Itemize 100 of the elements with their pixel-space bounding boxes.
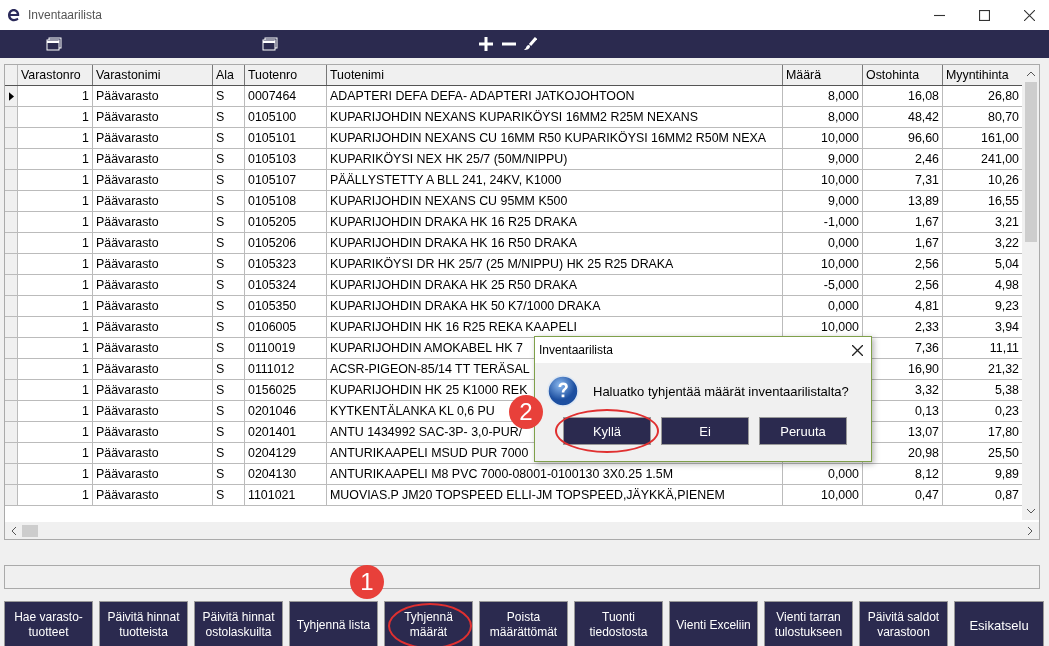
warehouse-number-cell: 1 — [82, 446, 89, 460]
product-number-cell: 0110019 — [248, 341, 296, 355]
scroll-down-icon[interactable] — [1026, 509, 1035, 514]
product-name-cell: ANTU 1434992 SAC-3P- 3,0-PUR/ — [330, 425, 523, 439]
area-cell: S — [216, 278, 225, 292]
product-name-cell: KUPARIJOHDIN NEXANS KUPARIKÖYSI 16MM2 R25M NEXANS — [330, 110, 698, 124]
product-number-cell: 0105101 — [248, 131, 297, 145]
area-cell: S — [216, 89, 225, 103]
product-name-cell: ADAPTERI DEFA DEFA- ADAPTERI JATKOJOHTOON — [330, 89, 635, 103]
purchase-price-cell: 2,46 — [914, 152, 939, 166]
sales-price-cell: 25,50 — [988, 446, 1019, 460]
question-icon — [547, 375, 579, 407]
purchase-price-cell: 8,12 — [914, 467, 939, 481]
column-header[interactable]: Ostohinta — [863, 65, 943, 85]
area-cell: S — [216, 320, 225, 334]
horizontal-scrollbar[interactable] — [5, 522, 1039, 539]
sales-price-cell: 16,55 — [988, 194, 1019, 208]
area-cell: S — [216, 362, 225, 376]
product-number-cell: 0105205 — [248, 215, 297, 229]
column-header[interactable]: Määrä — [783, 65, 863, 85]
area-cell: S — [216, 173, 225, 187]
column-header[interactable]: Tuotenimi — [327, 65, 783, 85]
plus-icon[interactable] — [479, 37, 493, 51]
product-name-cell: KUPARIJOHDIN AMOKABEL HK 7 — [330, 341, 523, 355]
column-header[interactable]: Varastonro — [18, 65, 93, 85]
action-button[interactable]: Tyhjennä lista — [289, 601, 378, 646]
scroll-left-icon[interactable] — [11, 526, 16, 535]
warehouse-number-cell: 1 — [82, 362, 89, 376]
purchase-price-cell: 20,98 — [908, 446, 939, 460]
dialog-button[interactable]: Ei — [661, 417, 749, 445]
sales-price-cell: 26,80 — [988, 89, 1019, 103]
purchase-price-cell: 2,56 — [914, 278, 939, 292]
maximize-icon[interactable] — [979, 9, 990, 21]
warehouse-name-cell: Päävarasto — [96, 215, 159, 229]
product-number-cell: 0105324 — [248, 278, 297, 292]
quantity-cell: 0,000 — [828, 236, 859, 250]
dialog-button[interactable]: Peruuta — [759, 417, 847, 445]
scroll-up-icon[interactable] — [1026, 71, 1035, 76]
sales-price-cell: 3,94 — [994, 320, 1019, 334]
dialog-title: Inventaarilista — [539, 343, 614, 357]
purchase-price-cell: 2,56 — [914, 257, 939, 271]
scroll-right-icon[interactable] — [1028, 526, 1033, 535]
purchase-price-cell: 2,33 — [914, 320, 939, 334]
column-header[interactable]: Varastonimi — [93, 65, 213, 85]
action-button[interactable]: Poista määrättömät — [479, 601, 568, 646]
product-number-cell: 0105100 — [248, 110, 297, 124]
action-button[interactable]: Päivitä hinnat tuotteista — [99, 601, 188, 646]
purchase-price-cell: 16,90 — [908, 362, 939, 376]
action-button[interactable]: Päivitä hinnat ostolaskuilta — [194, 601, 283, 646]
product-name-cell: MUOVIAS.P JM20 TOPSPEED ELLI-JM TOPSPEED,JÄYKKÄ,PIENEM — [330, 488, 725, 502]
quantity-cell: 9,000 — [828, 152, 859, 166]
sales-price-cell: 241,00 — [981, 152, 1019, 166]
purchase-price-cell: 16,08 — [908, 89, 939, 103]
window-icon[interactable] — [262, 37, 278, 51]
warehouse-name-cell: Päävarasto — [96, 362, 159, 376]
warehouse-number-cell: 1 — [82, 320, 89, 334]
product-name-cell: KUPARIJOHDIN NEXANS CU 16MM R50 KUPARIKÖYSI 16MM2 R50M NEXA — [330, 131, 767, 145]
area-cell: S — [216, 404, 225, 418]
purchase-price-cell: 1,67 — [914, 215, 939, 229]
product-number-cell: 0105206 — [248, 236, 297, 250]
product-name-cell: KUPARIKÖYSI DR HK 25/7 (25 M/NIPPU) HK 25 R25 DRAKA — [330, 257, 674, 271]
close-icon[interactable] — [852, 344, 863, 356]
brush-icon[interactable] — [523, 37, 537, 51]
product-name-cell: KUPARIJOHDIN DRAKA HK 16 R50 DRAKA — [330, 236, 577, 250]
action-button[interactable]: Päivitä saldot varastoon — [859, 601, 948, 646]
window-icon[interactable] — [46, 37, 62, 51]
quantity-cell: 9,000 — [828, 194, 859, 208]
purchase-price-cell: 1,67 — [914, 236, 939, 250]
sales-price-cell: 17,80 — [988, 425, 1019, 439]
product-name-cell: KUPARIJOHDIN NEXANS CU 95MM K500 — [330, 194, 568, 208]
warehouse-name-cell: Päävarasto — [96, 383, 159, 397]
scroll-thumb[interactable] — [22, 524, 38, 537]
product-name-cell: KUPARIJOHDIN DRAKA HK 25 R50 DRAKA — [330, 278, 577, 292]
area-cell: S — [216, 425, 225, 439]
product-name-cell: KUPARIJOHDIN HK 25 K1000 REK — [330, 383, 528, 397]
scroll-thumb[interactable] — [1024, 82, 1037, 242]
warehouse-number-cell: 1 — [82, 383, 89, 397]
action-button[interactable]: Hae varasto- tuotteet — [4, 601, 93, 646]
quantity-cell: 0,000 — [828, 467, 859, 481]
warehouse-number-cell: 1 — [82, 425, 89, 439]
action-button[interactable]: Vienti tarran tulostukseen — [764, 601, 853, 646]
column-header[interactable]: Tuotenro — [245, 65, 327, 85]
column-header[interactable]: Ala — [213, 65, 245, 85]
row-indicator[interactable] — [5, 86, 18, 106]
product-number-cell: 0156025 — [248, 383, 297, 397]
dialog-button[interactable]: Kyllä — [563, 417, 651, 445]
action-button[interactable]: Esikatselu — [954, 601, 1044, 646]
action-button[interactable]: Tuonti tiedostosta — [574, 601, 663, 646]
vertical-scrollbar[interactable] — [1022, 65, 1039, 520]
warehouse-number-cell: 1 — [82, 341, 89, 355]
sales-price-cell: 9,23 — [994, 299, 1019, 313]
purchase-price-cell: 0,47 — [914, 488, 939, 502]
sales-price-cell: 10,26 — [988, 173, 1019, 187]
action-button[interactable]: Tyhjennä määrät — [384, 601, 473, 646]
warehouse-name-cell: Päävarasto — [96, 299, 159, 313]
product-name-cell: ANTURIKAAPELI MSUD PUR 7000 — [330, 446, 529, 460]
area-cell: S — [216, 194, 225, 208]
close-icon[interactable] — [1024, 9, 1035, 21]
action-button[interactable]: Vienti Exceliin — [669, 601, 758, 646]
purchase-price-cell: 48,42 — [908, 110, 939, 124]
